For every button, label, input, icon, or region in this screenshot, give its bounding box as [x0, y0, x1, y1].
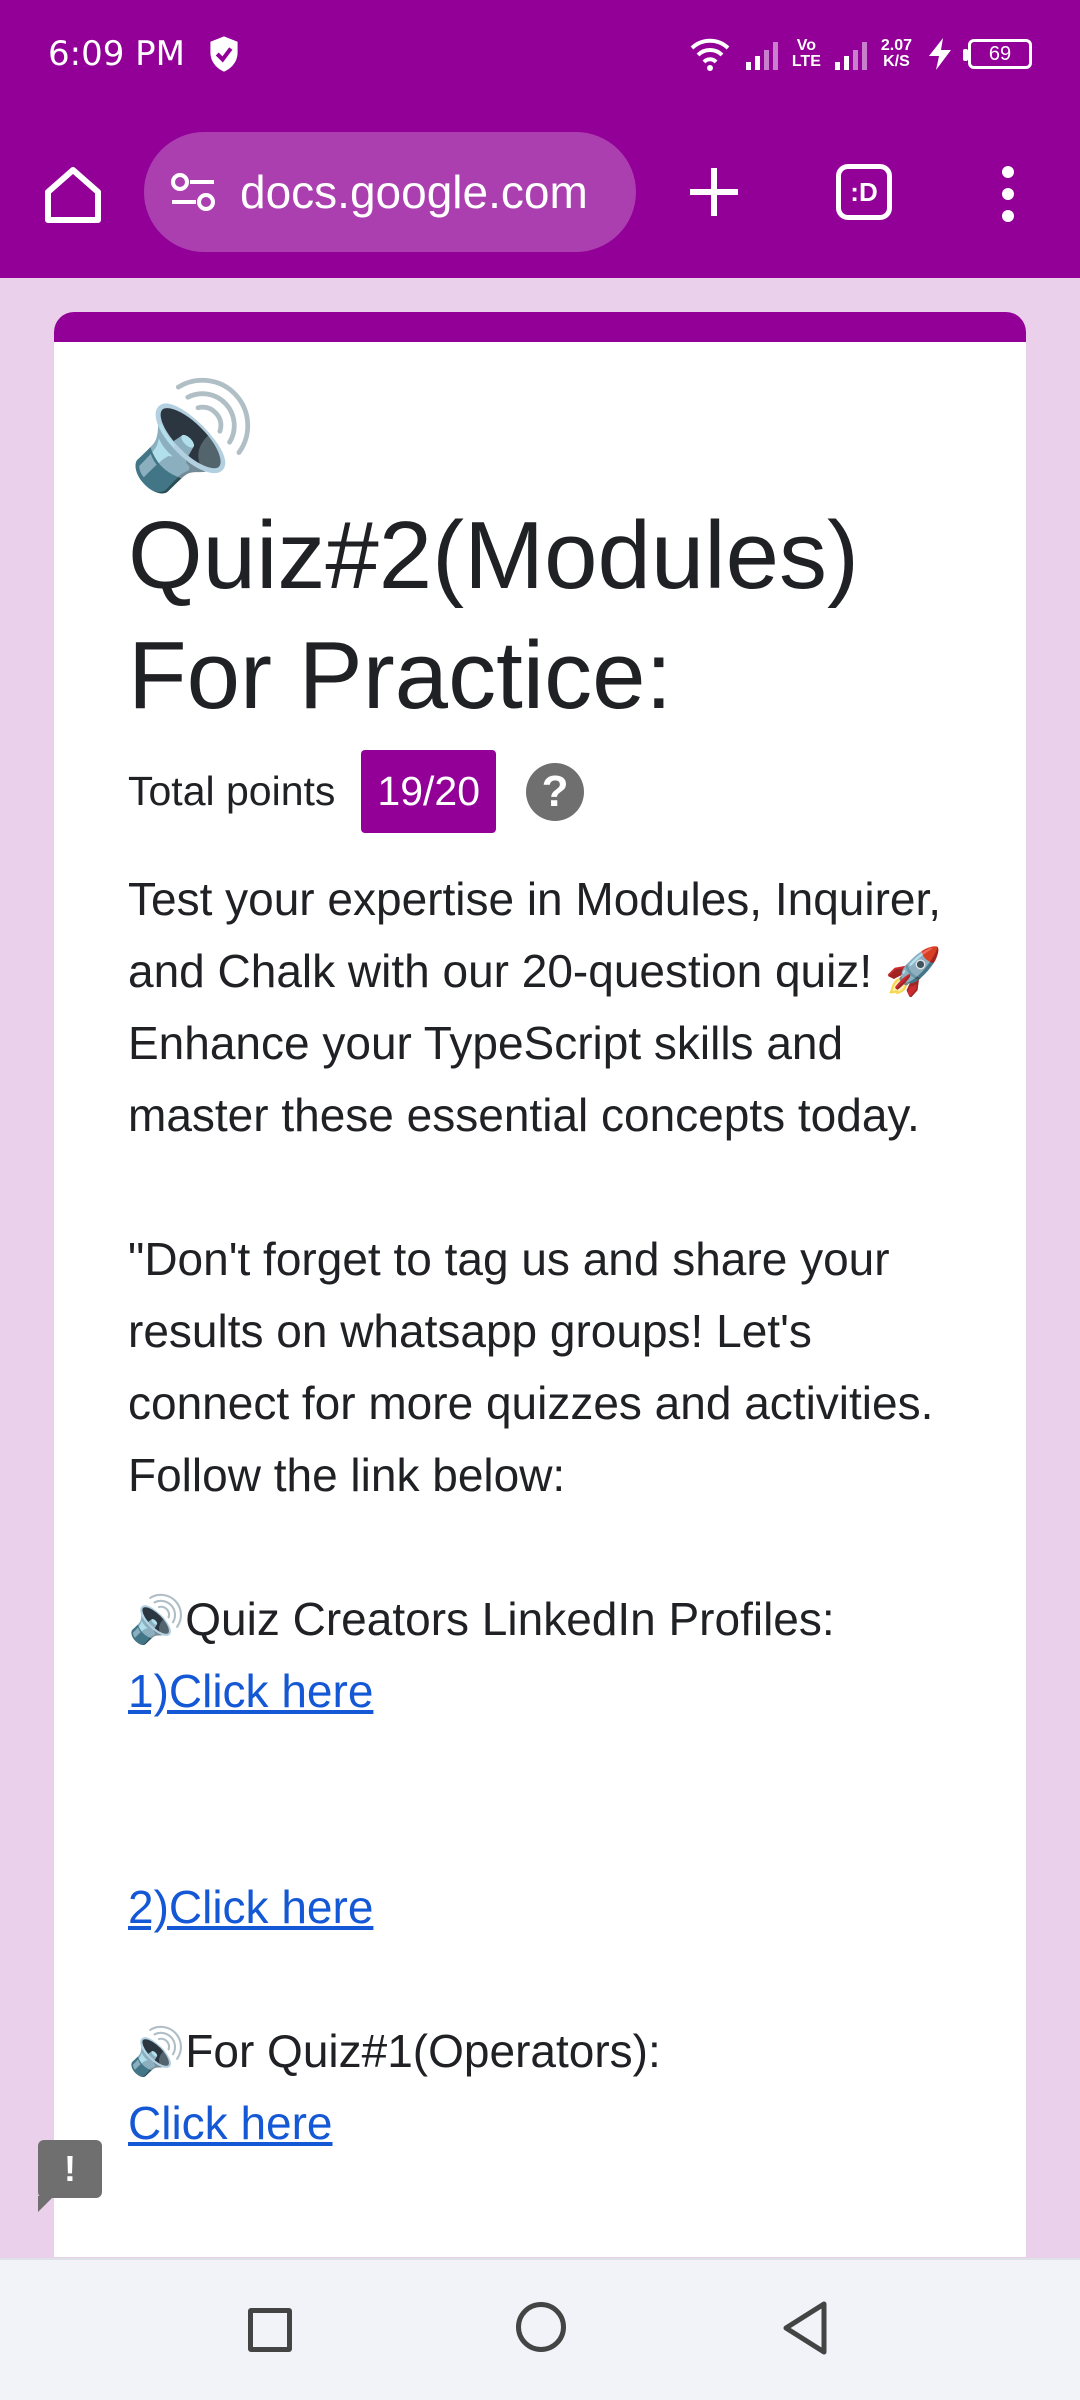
linkedin-heading: 🔊Quiz Creators LinkedIn Profiles: — [128, 1593, 835, 1645]
help-icon[interactable]: ? — [526, 762, 585, 821]
network-speed: 2.07 K/S — [881, 38, 912, 70]
points-row: Total points 19/20 ? — [128, 750, 952, 833]
recents-button[interactable] — [248, 2308, 292, 2352]
volte-top: Vo — [796, 37, 816, 54]
url-text: docs.google.com — [240, 166, 588, 218]
description-paragraph-2: "Don't forget to tag us and share your r… — [128, 1233, 934, 1501]
battery-level: 69 — [988, 42, 1012, 65]
quiz1-link[interactable]: Click here — [128, 2097, 333, 2149]
linkedin-link-2[interactable]: 2)Click here — [128, 1881, 373, 1933]
site-settings-icon[interactable] — [170, 172, 216, 212]
home-nav-button[interactable] — [516, 2302, 566, 2352]
form-title: Quiz#2(Modules) For Practice: — [128, 502, 859, 729]
speaker-emoji: 🔊 — [128, 378, 258, 494]
system-nav-bar — [0, 2258, 1080, 2400]
more-options-icon[interactable] — [990, 164, 1026, 224]
feedback-icon: ! — [64, 2148, 76, 2189]
quiz1-heading: 🔊For Quiz#1(Operators): — [128, 2025, 661, 2077]
new-tab-icon[interactable] — [684, 162, 744, 222]
signal-icon — [745, 38, 778, 70]
network-speed-unit: K/S — [883, 53, 910, 70]
address-bar[interactable]: docs.google.com — [144, 132, 636, 252]
points-badge: 19/20 — [361, 750, 497, 833]
network-speed-value: 2.07 — [880, 37, 912, 54]
shield-check-icon — [210, 36, 238, 72]
description-paragraph-1: Test your expertise in Modules, Inquirer… — [128, 873, 943, 1141]
form-description: Test your expertise in Modules, Inquirer… — [128, 863, 952, 2159]
browser-toolbar: docs.google.com :D — [0, 108, 1080, 278]
feedback-button[interactable]: ! — [38, 2140, 102, 2212]
wifi-icon — [690, 38, 730, 71]
form-card: 🔊 Quiz#2(Modules) For Practice: Total po… — [54, 312, 1026, 2257]
volte-bottom: LTE — [791, 53, 821, 70]
home-icon[interactable] — [38, 160, 108, 230]
tab-switcher-button[interactable]: :D — [836, 164, 892, 220]
linkedin-link-1[interactable]: 1)Click here — [128, 1665, 373, 1717]
tab-switcher-label: :D — [850, 176, 878, 207]
battery-icon: 69 — [963, 39, 1032, 69]
volte-indicator: Vo LTE — [792, 38, 821, 70]
points-label: Total points — [128, 768, 336, 814]
status-time: 6:09 PM — [48, 34, 185, 74]
back-icon[interactable] — [780, 2300, 830, 2356]
card-accent-bar — [54, 312, 1026, 342]
signal-icon-2 — [834, 38, 867, 70]
status-bar: 6:09 PM Vo LTE 2.07 K/S 69 — [0, 0, 1080, 108]
charging-icon — [929, 38, 951, 70]
